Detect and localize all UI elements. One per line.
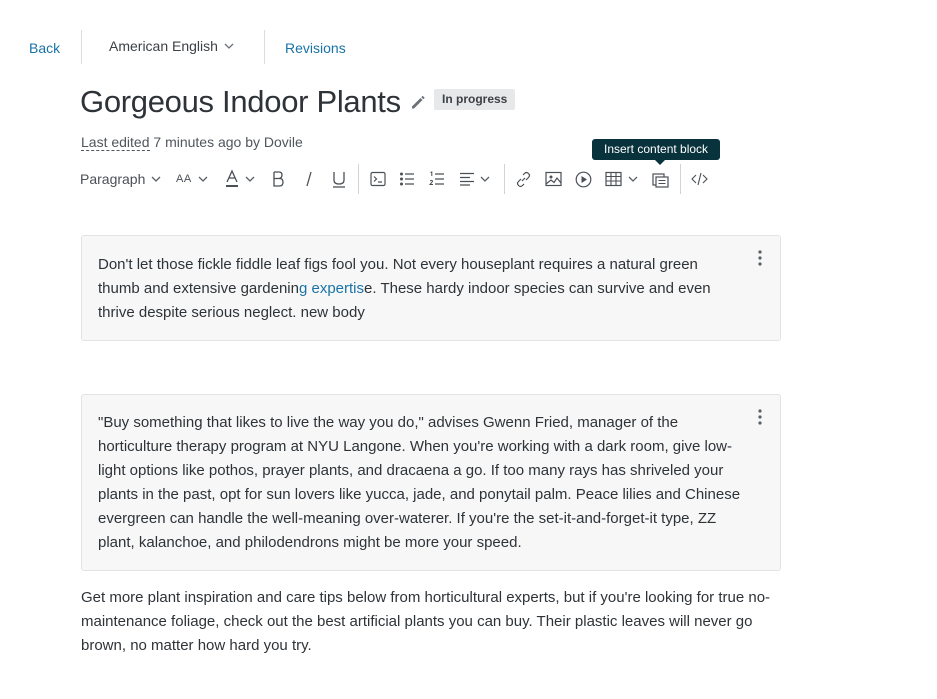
bold-icon	[273, 171, 284, 187]
nav-divider	[81, 30, 82, 64]
chevron-down-icon	[151, 176, 161, 182]
more-options-icon[interactable]	[756, 250, 764, 266]
nav-divider	[264, 30, 265, 64]
block-text: "Buy something that likes to live the wa…	[98, 414, 741, 551]
chevron-down-icon	[245, 176, 255, 182]
table-icon	[605, 171, 622, 187]
underline-icon	[333, 171, 345, 188]
bulleted-list-button[interactable]	[399, 168, 415, 190]
italic-icon	[306, 171, 312, 187]
content-block[interactable]: "Buy something that likes to live the wa…	[81, 394, 781, 571]
body-paragraph[interactable]: Get more plant inspiration and care tips…	[81, 586, 781, 658]
numbered-list-icon	[429, 171, 444, 185]
language-select[interactable]: American English	[109, 38, 234, 54]
content-block[interactable]: Don't let those fickle fiddle leaf figs …	[81, 235, 781, 341]
chevron-down-icon	[198, 176, 208, 182]
chevron-down-icon	[480, 176, 490, 182]
numbered-list-button[interactable]	[429, 168, 445, 190]
back-link[interactable]: Back	[29, 40, 60, 56]
status-badge: In progress	[434, 89, 516, 110]
insert-content-block-button[interactable]	[652, 168, 669, 190]
link-button[interactable]	[515, 168, 532, 190]
revisions-link[interactable]: Revisions	[285, 40, 346, 56]
text-color-select[interactable]	[225, 168, 255, 190]
bulleted-list-icon	[400, 172, 414, 186]
align-icon	[460, 172, 474, 186]
code-block-button[interactable]	[370, 168, 386, 190]
last-edited-label[interactable]: Last edited	[81, 134, 150, 151]
editor-toolbar: Paragraph AA	[80, 164, 720, 194]
chevron-down-icon	[224, 43, 234, 49]
italic-button[interactable]	[304, 168, 314, 190]
align-select[interactable]	[459, 168, 490, 190]
toolbar-divider	[504, 164, 505, 194]
tooltip: Insert content block	[592, 139, 721, 160]
insert-content-block-icon	[652, 172, 669, 188]
source-code-icon	[691, 172, 708, 186]
image-icon	[545, 171, 562, 187]
media-button[interactable]	[575, 168, 592, 190]
font-size-icon: AA	[176, 173, 192, 185]
page-title: Gorgeous Indoor Plants	[80, 84, 401, 119]
paragraph-label: Paragraph	[80, 171, 146, 187]
image-button[interactable]	[545, 168, 562, 190]
toolbar-divider	[680, 164, 681, 194]
text-color-icon	[226, 170, 238, 187]
block-text: Don't let those fickle fiddle leaf figs …	[82, 253, 742, 325]
table-select[interactable]	[605, 168, 638, 190]
source-code-button[interactable]	[691, 168, 708, 190]
last-edited: Last edited 7 minutes ago by Dovile	[81, 134, 303, 151]
more-options-icon[interactable]	[756, 409, 764, 425]
media-icon	[575, 171, 592, 187]
link-icon	[516, 171, 531, 187]
language-label: American English	[109, 38, 218, 54]
toolbar-divider	[358, 164, 359, 194]
last-edited-detail: 7 minutes ago by Dovile	[149, 134, 303, 150]
chevron-down-icon	[628, 176, 638, 182]
title-row: Gorgeous Indoor Plants	[80, 82, 427, 122]
inline-link[interactable]: g expertis	[299, 280, 364, 297]
bold-button[interactable]	[272, 168, 284, 190]
paragraph-select[interactable]: Paragraph	[80, 168, 161, 190]
top-nav: Back American English Revisions	[0, 30, 937, 64]
code-block-icon	[370, 171, 386, 187]
underline-button[interactable]	[332, 168, 346, 190]
font-size-select[interactable]: AA	[176, 168, 208, 190]
pencil-icon[interactable]	[409, 93, 427, 111]
